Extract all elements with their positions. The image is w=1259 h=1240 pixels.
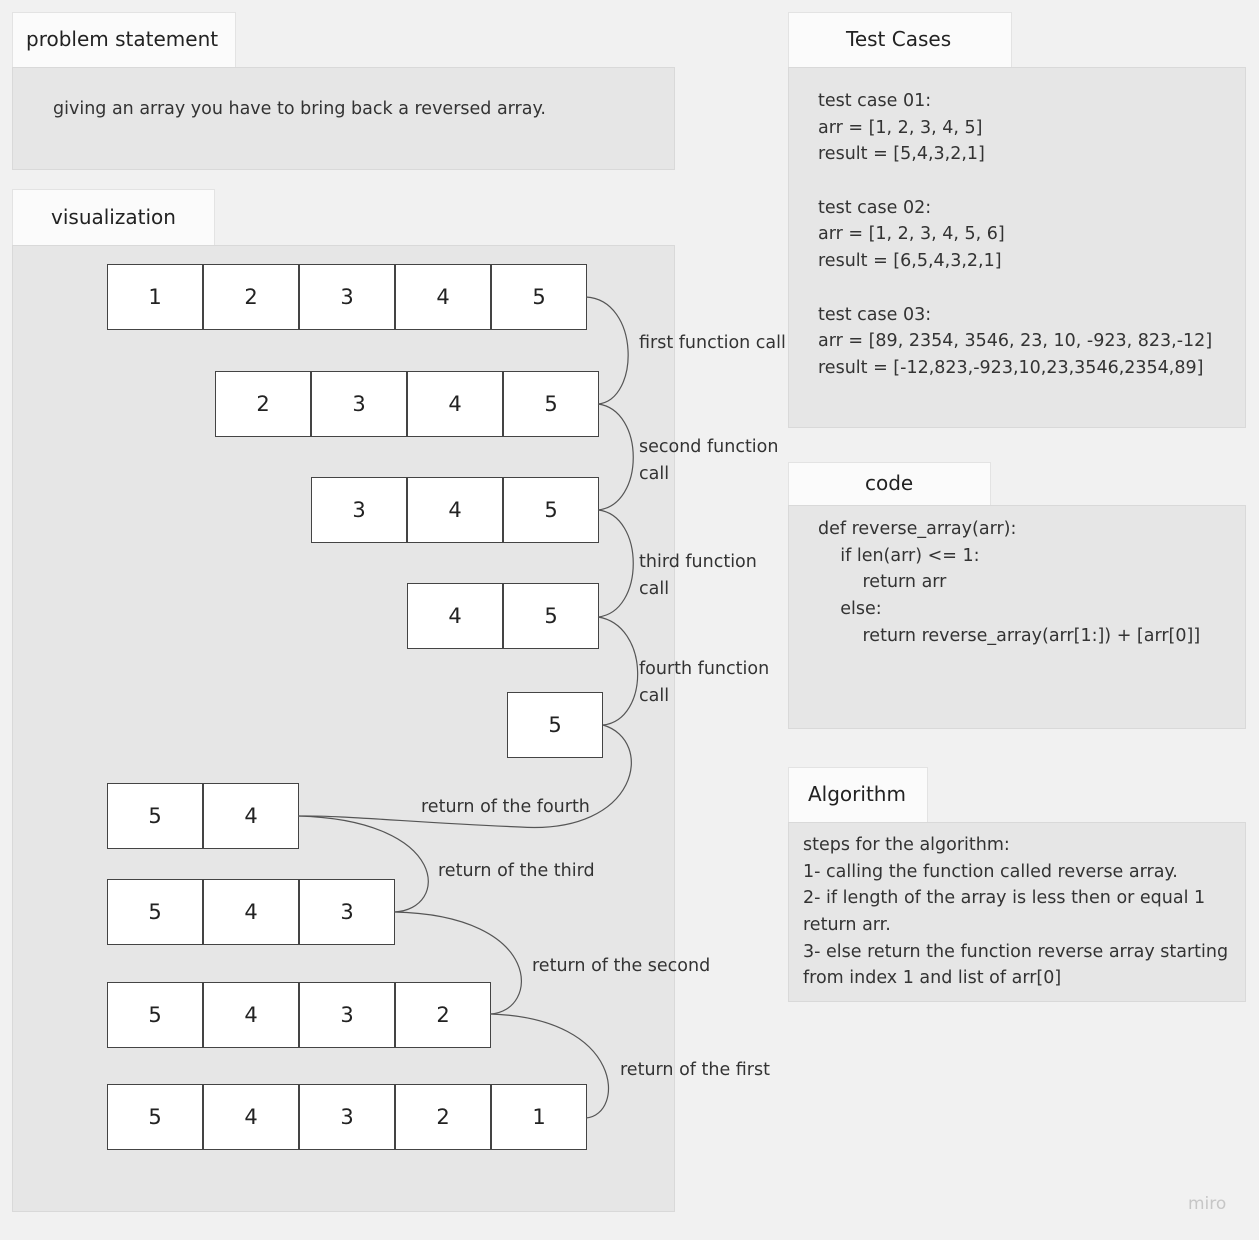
test-case-line: arr = [1, 2, 3, 4, 5] <box>818 117 983 138</box>
test-case-line: test case 02: <box>818 197 932 218</box>
connector-second-call <box>597 403 634 511</box>
code-panel: def reverse_array(arr): if len(arr) <= 1… <box>788 505 1246 729</box>
algorithm-title: Algorithm <box>808 782 906 806</box>
connector-return-first <box>489 1013 610 1119</box>
test-case-line: result = [5,4,3,2,1] <box>818 144 985 165</box>
connector-third-call <box>597 509 634 618</box>
algorithm-panel: steps for the algorithm: 1- calling the f… <box>788 822 1246 1002</box>
label-second-call: second function call <box>639 437 779 484</box>
test-cases-tab: Test Cases <box>788 12 1012 68</box>
test-cases-panel: test case 01: arr = [1, 2, 3, 4, 5] result… <box>788 67 1246 428</box>
test-case-line: arr = [1, 2, 3, 4, 5, 6] <box>818 224 1005 245</box>
test-case-line: result = [-12,823,-923,10,23,3546,2354,8… <box>818 357 1204 378</box>
miro-watermark: miro <box>1188 1194 1227 1214</box>
code-title: code <box>865 471 914 495</box>
label-fourth-call: fourth function call <box>639 659 770 706</box>
algorithm-line: steps for the algorithm: <box>803 835 1010 855</box>
code-tab: code <box>788 462 991 506</box>
algorithm-line: 1- calling the function called reverse a… <box>803 861 1178 882</box>
connector-return-second <box>393 911 522 1015</box>
connector-first-call <box>585 296 629 405</box>
code-lines: def reverse_array(arr): if len(arr) <= 1… <box>818 516 1200 649</box>
algorithm-line: return arr. <box>803 915 891 936</box>
algorithm-line: from index 1 and list of arr[0] <box>803 968 1062 989</box>
label-return-second: return of the second <box>532 956 711 976</box>
test-cases-title: Test Cases <box>846 27 952 51</box>
algorithm-line: 3- else return the function reverse arra… <box>803 941 1229 962</box>
algorithm-tab: Algorithm <box>788 767 928 823</box>
label-return-fourth: return of the fourth <box>421 797 590 817</box>
code-line: def reverse_array(arr): <box>818 519 1017 539</box>
connector-return-third <box>297 815 429 913</box>
test-case-line: test case 01: <box>818 91 932 111</box>
test-case-line <box>818 168 1212 195</box>
code-line: return reverse_array(arr[1:]) + [arr[0]] <box>818 625 1201 646</box>
label-return-first: return of the first <box>620 1060 770 1080</box>
code-line: else: <box>818 599 882 620</box>
test-cases-lines: test case 01: arr = [1, 2, 3, 4, 5] result… <box>818 88 1212 382</box>
algorithm-lines: steps for the algorithm: 1- calling the f… <box>803 832 1228 992</box>
test-case-line: test case 03: <box>818 304 932 325</box>
algorithm-line: 2- if length of the array is less then o… <box>803 888 1206 909</box>
test-case-line <box>818 275 1212 302</box>
code-line: if len(arr) <= 1: <box>818 545 980 566</box>
label-third-call: third function call <box>639 552 757 599</box>
connector-fourth-call <box>597 616 639 726</box>
test-case-line: arr = [89, 2354, 3546, 23, 10, -923, 823… <box>818 331 1213 352</box>
test-case-line: result = [6,5,4,3,2,1] <box>818 251 1002 272</box>
label-return-third: return of the third <box>438 861 595 881</box>
label-first-call: first function call <box>639 333 786 353</box>
code-line: return arr <box>818 572 947 593</box>
